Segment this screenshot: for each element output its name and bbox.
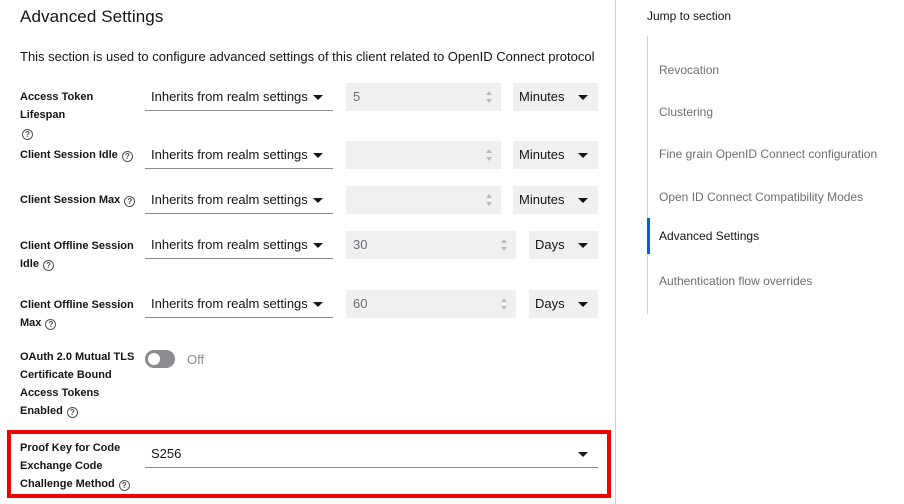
spinner-icon[interactable] xyxy=(486,149,493,161)
client-session-idle-text: Client Session Idle xyxy=(20,149,118,161)
unit-value: Minutes xyxy=(519,192,565,207)
main-panel: Advanced Settings This section is used t… xyxy=(0,0,616,504)
client-session-max-number[interactable] xyxy=(346,186,501,214)
jump-to-section-title: Jump to section xyxy=(647,9,732,23)
client-session-idle-label: Client Session Idle? xyxy=(20,146,150,164)
access-token-lifespan-unit[interactable]: Minutes xyxy=(513,83,598,111)
number-value: 5 xyxy=(353,89,361,104)
caret-down-icon xyxy=(578,153,588,158)
page-title: Advanced Settings xyxy=(20,7,164,26)
oauth-mtls-toggle[interactable] xyxy=(145,350,175,368)
nav-item-fine-grain-oidc[interactable]: Fine grain OpenID Connect configuration xyxy=(648,146,898,162)
unit-value: Days xyxy=(535,237,565,252)
help-icon[interactable]: ? xyxy=(124,196,136,207)
client-offline-session-idle-label: Client Offline Session Idle? xyxy=(20,237,145,273)
toggle-knob xyxy=(148,353,160,365)
client-offline-session-max-unit[interactable]: Days xyxy=(529,290,598,318)
caret-down-icon xyxy=(578,243,588,248)
client-session-idle-unit[interactable]: Minutes xyxy=(513,141,598,169)
client-session-idle-select[interactable]: Inherits from realm settings xyxy=(145,141,333,169)
spinner-icon[interactable] xyxy=(501,239,508,251)
label-line: Certificate Bound xyxy=(20,369,112,381)
client-session-max-unit[interactable]: Minutes xyxy=(513,186,598,214)
select-value: Inherits from realm settings xyxy=(151,192,308,207)
unit-value: Minutes xyxy=(519,147,565,162)
spinner-icon[interactable] xyxy=(486,91,493,103)
help-icon[interactable]: ? xyxy=(22,129,33,140)
access-token-lifespan-select[interactable]: Inherits from realm settings xyxy=(145,83,333,111)
help-icon[interactable]: ? xyxy=(45,319,57,330)
caret-down-icon xyxy=(578,95,588,100)
nav-item-clustering[interactable]: Clustering xyxy=(648,104,898,120)
unit-value: Minutes xyxy=(519,89,565,104)
label-line: OAuth 2.0 Mutual TLS xyxy=(20,351,135,363)
select-value: Inherits from realm settings xyxy=(151,89,308,104)
client-offline-session-max-number[interactable]: 60 xyxy=(346,290,516,318)
nav-item-advanced-settings[interactable]: Advanced Settings xyxy=(647,218,897,254)
client-offline-session-max-select[interactable]: Inherits from realm settings xyxy=(145,290,333,318)
access-token-lifespan-label: Access Token Lifespan ? xyxy=(20,88,140,142)
caret-down-icon xyxy=(313,243,323,248)
nav-item-revocation[interactable]: Revocation xyxy=(648,62,898,78)
caret-down-icon xyxy=(578,302,588,307)
jump-to-section-panel: Jump to section Revocation Clustering Fi… xyxy=(616,0,904,504)
section-nav: Revocation Clustering Fine grain OpenID … xyxy=(647,36,897,314)
access-token-lifespan-number[interactable]: 5 xyxy=(346,83,501,111)
caret-down-icon xyxy=(313,302,323,307)
client-session-max-select[interactable]: Inherits from realm settings xyxy=(145,186,333,214)
help-icon[interactable]: ? xyxy=(42,260,54,271)
caret-down-icon xyxy=(578,198,588,203)
help-icon[interactable]: ? xyxy=(66,407,78,418)
select-value: Inherits from realm settings xyxy=(151,237,308,252)
client-session-max-text: Client Session Max xyxy=(20,194,121,206)
caret-down-icon xyxy=(313,153,323,158)
label-line: Max xyxy=(20,317,42,329)
unit-value: Days xyxy=(535,296,565,311)
caret-down-icon xyxy=(313,198,323,203)
nav-item-auth-flow-overrides[interactable]: Authentication flow overrides xyxy=(648,273,898,289)
client-offline-session-idle-unit[interactable]: Days xyxy=(529,231,598,259)
select-value: Inherits from realm settings xyxy=(151,296,308,311)
spinner-icon[interactable] xyxy=(501,298,508,310)
number-value: 30 xyxy=(353,237,368,252)
nav-item-oidc-compat-modes[interactable]: Open ID Connect Compatibility Modes xyxy=(648,189,898,205)
oauth-mtls-toggle-state: Off xyxy=(187,352,205,367)
client-offline-session-idle-number[interactable]: 30 xyxy=(346,231,516,259)
number-value: 60 xyxy=(353,296,368,311)
caret-down-icon xyxy=(313,95,323,100)
oauth-mtls-label: OAuth 2.0 Mutual TLS Certificate Bound A… xyxy=(20,348,145,420)
spinner-icon[interactable] xyxy=(486,194,493,206)
client-session-idle-number[interactable] xyxy=(346,141,501,169)
access-token-lifespan-text: Access Token Lifespan xyxy=(20,91,94,121)
client-offline-session-idle-select[interactable]: Inherits from realm settings xyxy=(145,231,333,259)
section-description: This section is used to configure advanc… xyxy=(20,49,595,64)
label-line: Client Offline Session xyxy=(20,299,134,311)
client-offline-session-max-label: Client Offline Session Max? xyxy=(20,296,145,332)
client-session-max-label: Client Session Max? xyxy=(20,191,150,209)
help-icon[interactable]: ? xyxy=(121,151,133,162)
label-line: Access Tokens xyxy=(20,387,100,399)
highlight-box xyxy=(7,430,611,498)
label-line: Enabled xyxy=(20,405,63,417)
label-line: Client Offline Session xyxy=(20,240,134,252)
select-value: Inherits from realm settings xyxy=(151,147,308,162)
label-line: Idle xyxy=(20,258,39,270)
